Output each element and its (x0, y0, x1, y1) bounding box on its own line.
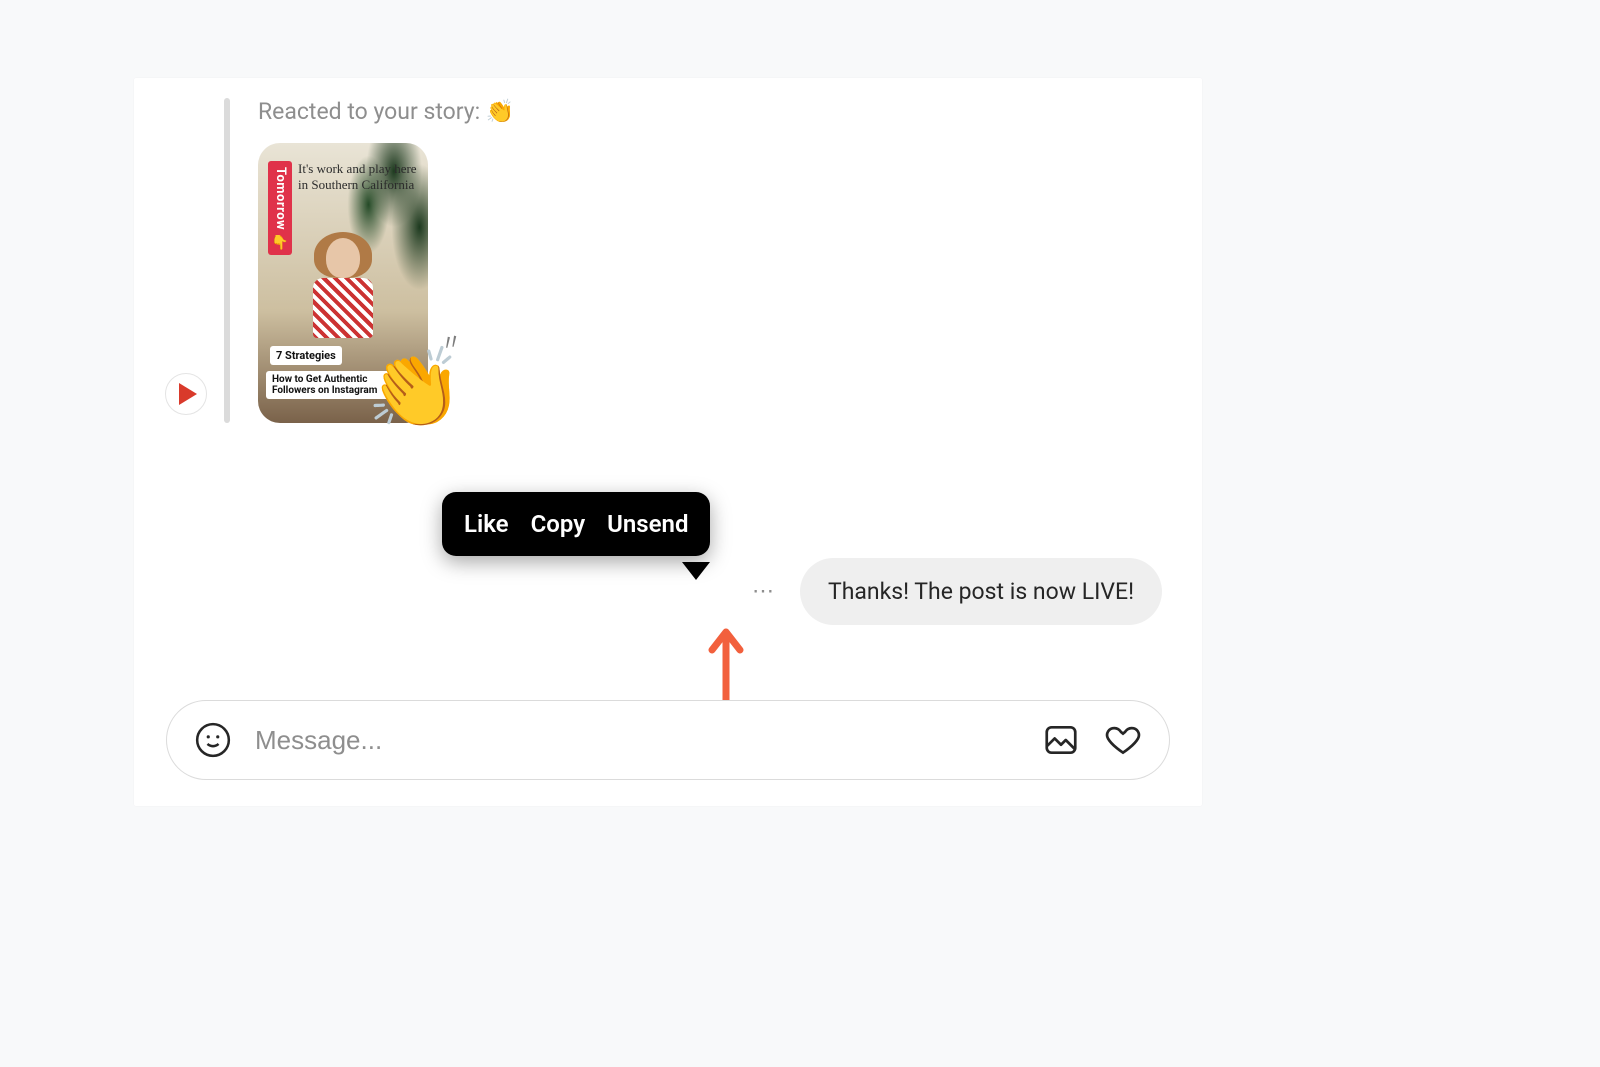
story-sidebar-tag: Tomorrow 👇 (268, 161, 292, 255)
story-handwritten-text: It's work and play here in Southern Cali… (298, 161, 420, 192)
play-icon (179, 383, 197, 405)
outgoing-message-bubble[interactable]: Thanks! The post is now LIVE! (800, 558, 1162, 625)
point-down-icon: 👇 (272, 234, 288, 252)
clap-emoji-large-icon: 👏 (367, 351, 464, 429)
attach-image-button[interactable] (1041, 720, 1081, 760)
message-input[interactable] (255, 725, 1019, 756)
dm-conversation-window: Reacted to your story: 👏 It's work and p… (134, 78, 1202, 806)
context-menu-tail (682, 562, 710, 580)
context-copy-button[interactable]: Copy (531, 510, 586, 538)
story-thumbnail-container[interactable]: It's work and play here in Southern Cali… (258, 143, 428, 423)
outgoing-message-row: ⋯ Thanks! The post is now LIVE! (748, 558, 1162, 625)
story-sidebar-text: Tomorrow (273, 167, 288, 230)
message-more-button[interactable]: ⋯ (748, 573, 782, 610)
story-reaction-label: Reacted to your story: 👏 (258, 98, 515, 125)
clap-emoji-icon: 👏 (486, 98, 515, 125)
like-heart-button[interactable] (1103, 720, 1143, 760)
story-reaction-text: Reacted to your story: (258, 98, 486, 125)
story-overlay-chip-1: 7 Strategies (270, 346, 342, 365)
outgoing-message-text: Thanks! The post is now LIVE! (828, 578, 1134, 605)
story-person (308, 238, 378, 338)
emoji-picker-button[interactable] (193, 720, 233, 760)
message-context-menu: Like Copy Unsend (442, 492, 710, 556)
reply-rail (224, 98, 230, 423)
context-unsend-button[interactable]: Unsend (607, 510, 688, 538)
context-like-button[interactable]: Like (464, 510, 509, 538)
sender-avatar[interactable] (165, 373, 207, 415)
message-composer (166, 700, 1170, 780)
incoming-story-reaction: Reacted to your story: 👏 It's work and p… (169, 98, 515, 423)
